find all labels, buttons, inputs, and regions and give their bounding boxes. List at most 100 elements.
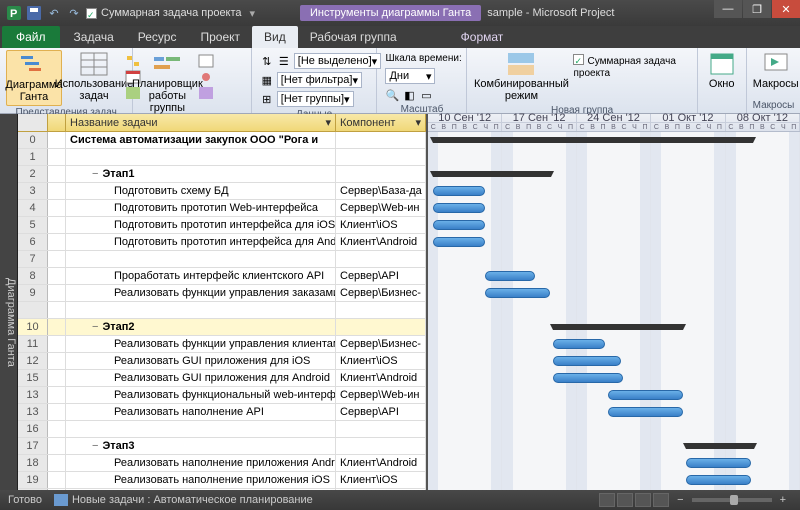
task-name-cell[interactable]: Реализовать функции управления клиентами <box>66 336 336 352</box>
component-cell[interactable]: Клиент\iOS <box>336 472 426 488</box>
row-number[interactable]: 1 <box>18 149 48 165</box>
table-row[interactable]: 13Реализовать функциональный web-интерфе… <box>18 387 426 404</box>
row-number[interactable]: 2 <box>18 166 48 182</box>
redo-icon[interactable]: ↷ <box>66 5 82 21</box>
row-number[interactable]: 13 <box>18 404 48 420</box>
task-name-cell[interactable]: Подготовить прототип интерфейса для Andr… <box>66 234 336 250</box>
task-bar[interactable] <box>433 220 485 230</box>
window-button[interactable]: Окно <box>704 50 740 92</box>
tab-task[interactable]: Задача <box>62 26 126 48</box>
zoom-slider[interactable] <box>692 498 772 502</box>
save-icon[interactable] <box>26 5 42 21</box>
row-number[interactable]: 0 <box>18 132 48 148</box>
view-shortcut-4[interactable] <box>653 493 669 507</box>
gantt-body[interactable] <box>428 132 800 490</box>
table-row[interactable]: 15Реализовать GUI приложения для Android… <box>18 370 426 387</box>
component-cell[interactable] <box>336 251 426 267</box>
entire-project-icon[interactable]: ◧ <box>402 88 416 102</box>
row-number[interactable]: 13 <box>18 387 48 403</box>
component-cell[interactable]: Сервер\Web-ин <box>336 489 426 490</box>
maximize-button[interactable]: ❐ <box>743 0 771 18</box>
task-bar[interactable] <box>608 407 683 417</box>
task-name-cell[interactable]: Подготовить прототип интерфейса для iOS <box>66 217 336 233</box>
row-number[interactable]: 12 <box>18 353 48 369</box>
undo-icon[interactable]: ↶ <box>46 5 62 21</box>
group-icon[interactable]: ⊞ <box>260 92 274 106</box>
component-cell[interactable] <box>336 302 426 318</box>
component-cell[interactable] <box>336 421 426 437</box>
task-name-cell[interactable]: Этап2 <box>66 319 336 335</box>
task-bar[interactable] <box>686 458 751 468</box>
component-cell[interactable] <box>336 149 426 165</box>
file-tab[interactable]: Файл <box>2 26 60 48</box>
task-name-cell[interactable]: Этап1 <box>66 166 336 182</box>
task-bar[interactable] <box>485 288 550 298</box>
task-name-cell[interactable]: Реализовать наполнение API <box>66 404 336 420</box>
table-row[interactable]: 4Подготовить прототип Web-интерфейсаСерв… <box>18 200 426 217</box>
task-bar[interactable] <box>553 356 621 366</box>
tab-format[interactable]: Формат <box>449 26 516 48</box>
table-row[interactable]: 9Реализовать функции управления заказами… <box>18 285 426 302</box>
table-row[interactable]: 5 Подготовить прототип интерфейса для iOS… <box>18 217 426 234</box>
row-number[interactable]: 5 <box>18 217 48 233</box>
row-number[interactable]: 10 <box>18 319 48 335</box>
view-side-tab[interactable]: Диаграмма Ганта <box>0 114 18 490</box>
table-row[interactable]: 2 Этап1 <box>18 166 426 183</box>
component-cell[interactable]: Сервер\База-да <box>336 183 426 199</box>
zoom-icon[interactable]: 🔍 <box>385 88 399 102</box>
component-cell[interactable]: Сервер\API <box>336 268 426 284</box>
task-bar[interactable] <box>433 237 485 247</box>
task-name-cell[interactable]: Реализовать GUI приложения для iOS <box>66 353 336 369</box>
zoom-out-button[interactable]: − <box>671 494 689 506</box>
component-cell[interactable]: Сервер\Web-ин <box>336 200 426 216</box>
resource-sheet-icon[interactable] <box>199 70 213 84</box>
component-cell[interactable]: Сервер\Бизнес- <box>336 336 426 352</box>
summary-bar[interactable] <box>686 443 754 449</box>
table-row[interactable]: 8 Проработать интерфейс клиентского APIСе… <box>18 268 426 285</box>
task-bar[interactable] <box>433 186 485 196</box>
summary-bar[interactable] <box>433 171 551 177</box>
task-bar[interactable] <box>485 271 535 281</box>
table-row[interactable]: 6 Подготовить прототип интерфейса для And… <box>18 234 426 251</box>
table-row[interactable]: 3Подготовить схему БДСервер\База-да <box>18 183 426 200</box>
task-name-cell[interactable] <box>66 251 336 267</box>
outline-icon[interactable]: ☰ <box>277 54 291 68</box>
component-cell[interactable]: Сервер\API <box>336 404 426 420</box>
component-cell[interactable]: Клиент\iOS <box>336 353 426 369</box>
highlight-dropdown[interactable]: [Не выделено]▾ <box>294 53 381 69</box>
task-bar[interactable] <box>553 373 623 383</box>
close-button[interactable]: ✕ <box>772 0 800 18</box>
selected-tasks-icon[interactable]: ▭ <box>419 88 433 102</box>
view-shortcut-3[interactable] <box>635 493 651 507</box>
grid-body[interactable]: 0Система автоматизации закупок ООО "Рога… <box>18 132 426 490</box>
indicator-column[interactable] <box>48 114 66 131</box>
tables-icon[interactable]: ▦ <box>260 73 274 87</box>
row-number[interactable]: 8 <box>18 268 48 284</box>
table-row[interactable]: 18Реализовать наполнение приложения Andr… <box>18 455 426 472</box>
group-dropdown[interactable]: [Нет группы]▾ <box>277 91 354 107</box>
grid-corner[interactable] <box>18 114 48 131</box>
table-row[interactable]: 7 <box>18 251 426 268</box>
task-name-cell[interactable]: Реализовать функции управления заказами <box>66 285 336 301</box>
component-cell[interactable] <box>336 438 426 454</box>
task-bar[interactable] <box>686 475 751 485</box>
sort-icon[interactable]: ⇅ <box>260 54 274 68</box>
tab-view[interactable]: Вид <box>252 26 298 48</box>
task-name-cell[interactable] <box>66 149 336 165</box>
task-name-cell[interactable]: Проработать интерфейс клиентского API <box>66 268 336 284</box>
timescale-dropdown[interactable]: Дни▾ <box>385 68 435 84</box>
resource-usage-icon[interactable] <box>199 54 213 68</box>
component-cell[interactable]: Клиент\Android <box>336 455 426 471</box>
split-view-button[interactable]: Комбинированный режим <box>473 50 569 104</box>
tab-team[interactable]: Рабочая группа <box>298 26 409 48</box>
row-number[interactable]: 6 <box>18 234 48 250</box>
table-row[interactable]: 11 Реализовать функции управления клиента… <box>18 336 426 353</box>
row-number[interactable]: 15 <box>18 370 48 386</box>
task-name-cell[interactable]: Встроить дизайн Web-интерфейса <box>66 489 336 490</box>
row-number[interactable]: 11 <box>18 336 48 352</box>
row-number[interactable]: 20 <box>18 489 48 490</box>
table-row[interactable]: 0Система автоматизации закупок ООО "Рога… <box>18 132 426 149</box>
component-cell[interactable] <box>336 166 426 182</box>
task-name-cell[interactable] <box>66 421 336 437</box>
tab-resource[interactable]: Ресурс <box>126 26 189 48</box>
